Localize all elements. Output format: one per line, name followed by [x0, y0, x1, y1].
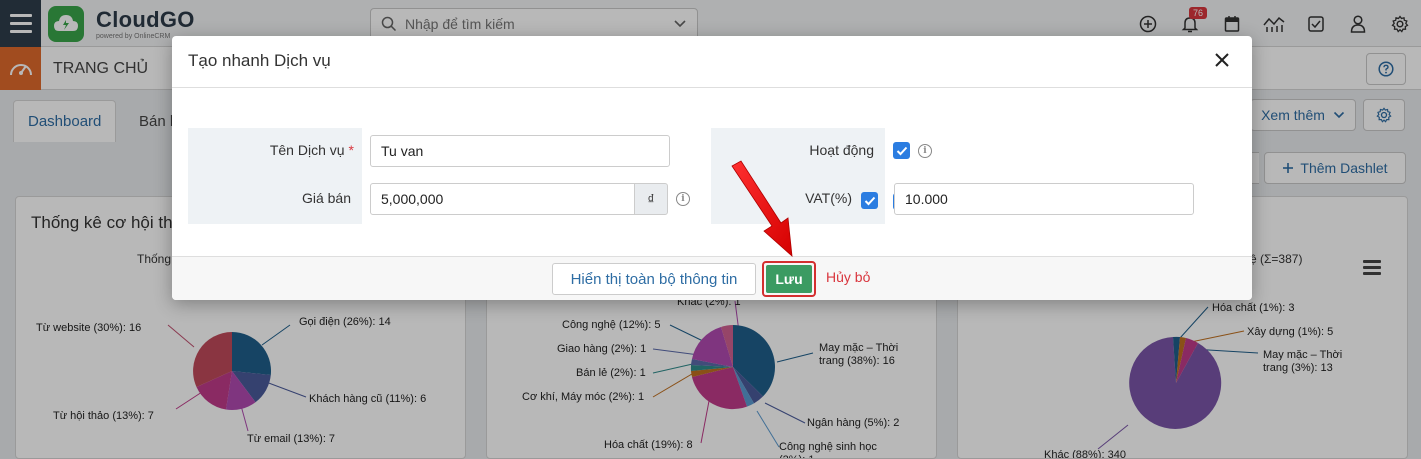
- vat-checkbox[interactable]: [861, 192, 878, 209]
- red-arrow-annotation: [731, 160, 793, 257]
- modal-title: Tạo nhanh Dịch vụ: [188, 51, 331, 70]
- save-button[interactable]: Lưu: [766, 265, 812, 293]
- modal-footer: Hiển thị toàn bộ thông tin Lưu Hủy bỏ: [172, 256, 1252, 300]
- quick-create-service-modal: Tạo nhanh Dịch vụ Tên Dịch vụ* Giá bán ₫…: [172, 36, 1252, 300]
- check-icon: [896, 146, 907, 155]
- required-marker: *: [348, 142, 354, 158]
- active-checkbox[interactable]: [893, 142, 910, 159]
- cancel-button[interactable]: Hủy bỏ: [826, 269, 870, 285]
- modal-body: Tên Dịch vụ* Giá bán ₫ i Hoạt động i VAT…: [172, 88, 1252, 256]
- active-label: Hoạt động: [809, 142, 874, 158]
- service-name-label-text: Tên Dịch vụ: [269, 142, 345, 158]
- check-icon: [864, 196, 875, 205]
- price-input[interactable]: [370, 183, 635, 215]
- save-button-highlight: Lưu: [762, 261, 816, 297]
- vat-input[interactable]: [894, 183, 1194, 215]
- modal-header: Tạo nhanh Dịch vụ: [172, 36, 1252, 88]
- price-label: Giá bán: [301, 190, 351, 206]
- info-icon[interactable]: i: [676, 192, 690, 206]
- service-name-input[interactable]: [370, 135, 670, 167]
- close-button[interactable]: [1212, 50, 1232, 70]
- show-full-form-button[interactable]: Hiển thị toàn bộ thông tin: [552, 263, 756, 295]
- close-icon: [1215, 53, 1229, 67]
- info-icon[interactable]: i: [918, 144, 932, 158]
- currency-addon: ₫: [634, 183, 668, 215]
- service-name-label: Tên Dịch vụ *: [188, 142, 354, 158]
